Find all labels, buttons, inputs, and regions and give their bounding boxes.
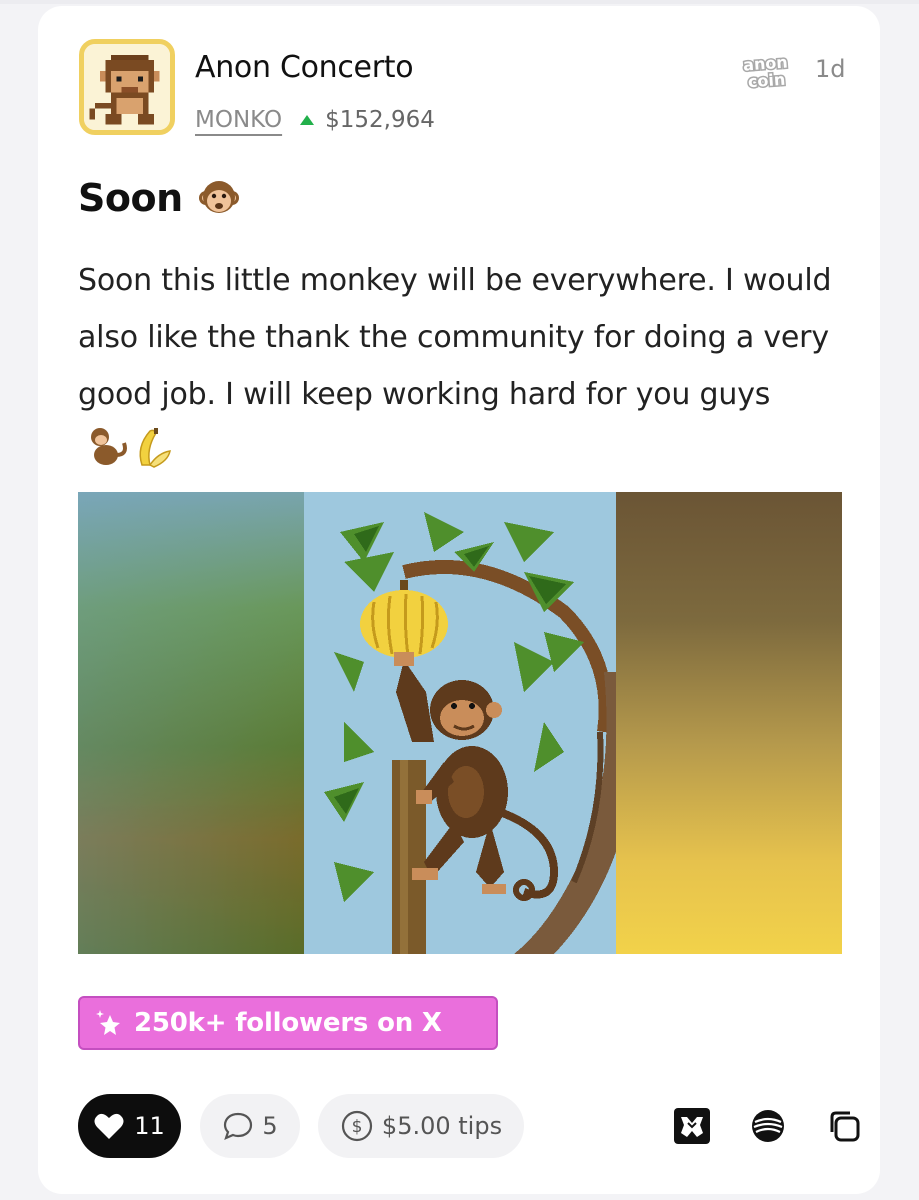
- comment-button[interactable]: 5: [200, 1094, 300, 1158]
- up-arrow-icon: [300, 115, 315, 125]
- monkey-banana-artwork: [304, 492, 616, 954]
- post-body-text: Soon this little monkey will be everywhe…: [78, 263, 832, 412]
- comment-count: 5: [262, 1112, 278, 1140]
- post-title: Soon: [78, 176, 241, 220]
- post-image[interactable]: [78, 486, 842, 954]
- author-name[interactable]: Anon Concerto: [195, 50, 414, 85]
- post-age: 1d: [815, 55, 846, 83]
- like-button[interactable]: 11: [78, 1094, 181, 1158]
- image-blur-right: [616, 492, 842, 954]
- tips-amount: $5.00 tips: [381, 1112, 503, 1140]
- post-body: Soon this little monkey will be everywhe…: [78, 252, 838, 480]
- dollar-coin-icon: $: [340, 1109, 374, 1143]
- token-info: MONKO $152,964: [195, 103, 435, 137]
- post-card: Anon Concerto MONKO $152,964 anon coin 1…: [38, 6, 880, 1194]
- badge-label: 250k+ followers on X: [134, 1008, 442, 1038]
- token-price: $152,964: [325, 107, 435, 133]
- sparkle-star-icon: [94, 1007, 126, 1039]
- tip-button[interactable]: $ $5.00 tips: [318, 1094, 524, 1158]
- svg-text:$: $: [352, 1117, 363, 1137]
- comment-bubble-icon: [222, 1110, 254, 1142]
- post-actions: 11 5 $ $5.00 tips: [78, 1092, 860, 1158]
- svg-text:coin: coin: [747, 70, 786, 92]
- heart-icon: [94, 1112, 124, 1140]
- top-divider: [0, 0, 919, 4]
- token-ticker-link[interactable]: MONKO: [195, 107, 282, 133]
- lens-icon[interactable]: [748, 1106, 788, 1146]
- anon-coin-logo: anon coin: [741, 52, 791, 92]
- image-blur-left: [78, 492, 304, 954]
- monkey-face-icon: [197, 176, 241, 220]
- followers-badge[interactable]: 250k+ followers on X: [78, 996, 498, 1050]
- monkey-avatar-icon[interactable]: [79, 39, 175, 135]
- copy-icon[interactable]: [824, 1106, 864, 1146]
- post-title-text: Soon: [78, 176, 183, 220]
- warpcast-icon[interactable]: [672, 1106, 712, 1146]
- like-count: 11: [134, 1112, 165, 1140]
- monkey-banana-emoji-icon: [84, 425, 174, 469]
